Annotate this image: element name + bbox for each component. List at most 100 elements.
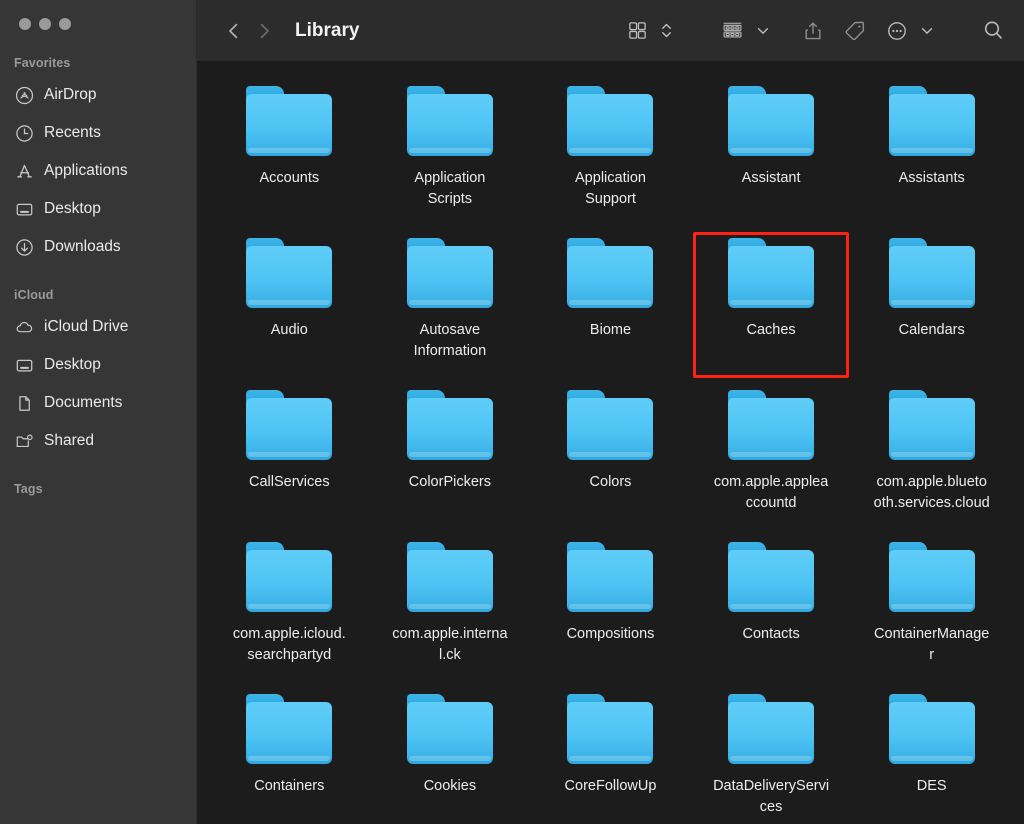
finder-window: Favorites AirDrop Recents Applications D… xyxy=(0,0,1024,824)
file-item[interactable]: Calendars xyxy=(851,232,1012,384)
file-item[interactable]: ColorPickers xyxy=(370,384,531,536)
file-item[interactable]: Caches xyxy=(691,232,852,384)
file-item[interactable]: Audio xyxy=(209,232,370,384)
cloud-icon xyxy=(14,317,34,337)
sidebar-item-label: Downloads xyxy=(44,238,121,255)
file-item-label: ContainerManage r xyxy=(874,626,990,663)
file-item[interactable]: Assistants xyxy=(851,80,1012,232)
grid-view-icon[interactable] xyxy=(624,14,651,48)
file-item-label: Caches xyxy=(746,322,796,338)
folder-icon xyxy=(567,694,654,766)
file-item-label: Assistant xyxy=(741,170,801,186)
file-item[interactable]: Application Scripts xyxy=(370,80,531,232)
folder-icon xyxy=(246,694,333,766)
file-item[interactable]: Accounts xyxy=(209,80,370,232)
file-item[interactable]: com.apple.blueto oth.services.cloud xyxy=(851,384,1012,536)
back-button[interactable] xyxy=(219,16,249,46)
sidebar-item-desktop[interactable]: Desktop xyxy=(0,190,196,228)
search-icon[interactable] xyxy=(979,14,1008,48)
close-button[interactable] xyxy=(19,18,31,30)
chevron-updown-icon[interactable] xyxy=(657,14,676,48)
file-item[interactable]: Autosave Information xyxy=(370,232,531,384)
zoom-button[interactable] xyxy=(59,18,71,30)
file-item-label: DES xyxy=(916,778,947,794)
file-item[interactable]: Contacts xyxy=(691,536,852,688)
file-item[interactable]: com.apple.interna l.ck xyxy=(370,536,531,688)
folder-icon xyxy=(406,86,493,158)
folder-icon xyxy=(246,390,333,462)
file-item-label: DataDeliveryServi ces xyxy=(713,778,830,815)
file-item-label: Contacts xyxy=(742,626,800,642)
window-traffic-lights xyxy=(0,0,196,48)
clock-icon xyxy=(14,123,34,143)
file-item[interactable]: DES xyxy=(851,688,1012,824)
sidebar-section-favorites-header: Favorites xyxy=(14,56,71,70)
folder-icon xyxy=(246,86,333,158)
chevron-down-icon[interactable] xyxy=(917,14,937,48)
file-item[interactable]: Colors xyxy=(530,384,691,536)
file-item-label: Application Scripts xyxy=(414,170,486,207)
window-title: Library xyxy=(295,19,360,41)
file-item[interactable]: Containers xyxy=(209,688,370,824)
file-item-label: Calendars xyxy=(898,322,965,338)
more-circle-icon[interactable] xyxy=(883,14,911,48)
folder-icon xyxy=(888,390,975,462)
sidebar-item-label: Shared xyxy=(44,432,94,449)
folder-icon xyxy=(728,238,815,310)
file-item[interactable]: Application Support xyxy=(530,80,691,232)
desktop-icon xyxy=(14,199,34,219)
download-icon xyxy=(14,237,34,257)
chevron-down-icon[interactable] xyxy=(753,14,773,48)
file-item-label: Assistants xyxy=(898,170,965,186)
sidebar: Favorites AirDrop Recents Applications D… xyxy=(0,0,197,824)
file-item[interactable]: ContainerManage r xyxy=(851,536,1012,688)
share-icon[interactable] xyxy=(799,14,827,48)
sidebar-item-label: iCloud Drive xyxy=(44,318,129,335)
file-item-label: com.apple.icloud. searchpartyd xyxy=(232,626,346,663)
sidebar-item-airdrop[interactable]: AirDrop xyxy=(0,76,196,114)
sidebar-item-recents[interactable]: Recents xyxy=(0,114,196,152)
file-item-label: com.apple.applea ccountd xyxy=(713,474,829,511)
file-item[interactable]: Biome xyxy=(530,232,691,384)
file-item-label: Compositions xyxy=(566,626,655,642)
file-item[interactable]: com.apple.applea ccountd xyxy=(691,384,852,536)
sidebar-item-applications[interactable]: Applications xyxy=(0,152,196,190)
file-item[interactable]: Compositions xyxy=(530,536,691,688)
sidebar-section-tags-header: Tags xyxy=(14,482,43,496)
tag-icon[interactable] xyxy=(841,14,869,48)
sidebar-divider xyxy=(0,460,196,474)
sidebar-section-icloud-header: iCloud xyxy=(14,288,54,302)
file-item[interactable]: DataDeliveryServi ces xyxy=(691,688,852,824)
file-item[interactable]: CoreFollowUp xyxy=(530,688,691,824)
sidebar-item-icloud-desktop[interactable]: Desktop xyxy=(0,346,196,384)
sidebar-item-shared[interactable]: Shared xyxy=(0,422,196,460)
folder-icon xyxy=(246,542,333,614)
file-item-label: Audio xyxy=(270,322,308,338)
group-by-icon[interactable] xyxy=(718,14,747,48)
file-item[interactable]: CallServices xyxy=(209,384,370,536)
file-item-label: Colors xyxy=(589,474,632,490)
sidebar-item-downloads[interactable]: Downloads xyxy=(0,228,196,266)
file-item-label: com.apple.interna l.ck xyxy=(392,626,508,663)
more-actions-control[interactable] xyxy=(883,14,937,48)
sidebar-item-documents[interactable]: Documents xyxy=(0,384,196,422)
file-item[interactable]: Cookies xyxy=(370,688,531,824)
sidebar-item-icloud-drive[interactable]: iCloud Drive xyxy=(0,308,196,346)
sidebar-item-label: AirDrop xyxy=(44,86,97,103)
file-item[interactable]: Assistant xyxy=(691,80,852,232)
folder-icon xyxy=(406,542,493,614)
minimize-button[interactable] xyxy=(39,18,51,30)
folder-icon xyxy=(567,542,654,614)
file-item[interactable]: com.apple.icloud. searchpartyd xyxy=(209,536,370,688)
folder-icon xyxy=(728,86,815,158)
file-item-label: CallServices xyxy=(249,474,330,490)
sidebar-item-label: Desktop xyxy=(44,200,101,217)
folder-icon xyxy=(406,238,493,310)
file-grid-container[interactable]: Accounts Application Scripts Application S… xyxy=(197,62,1024,824)
folder-icon xyxy=(888,238,975,310)
group-by-control[interactable] xyxy=(718,14,773,48)
view-mode-control[interactable] xyxy=(624,14,676,48)
folder-icon xyxy=(406,390,493,462)
folder-icon xyxy=(728,694,815,766)
forward-button[interactable] xyxy=(249,16,279,46)
